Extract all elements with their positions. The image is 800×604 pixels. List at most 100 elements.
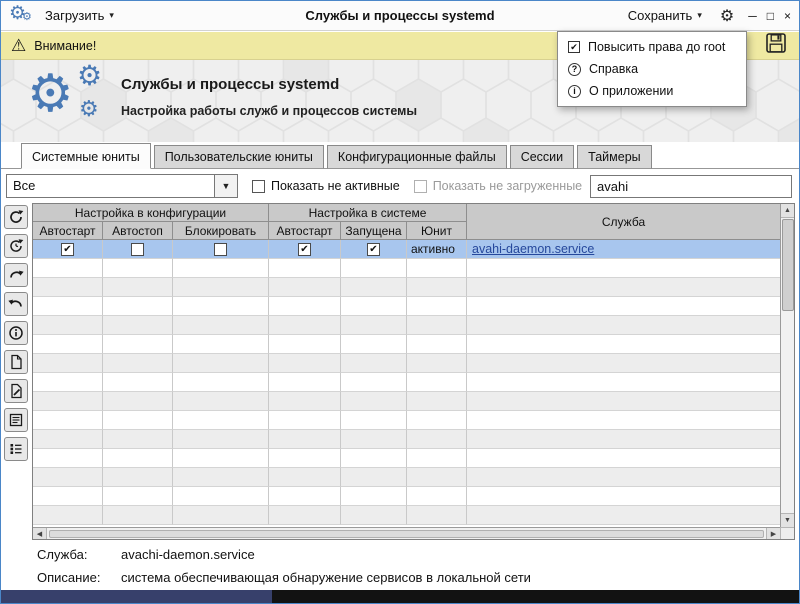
menu-item-help[interactable]: ? Справка: [558, 58, 746, 80]
horizontal-scrollbar[interactable]: ◀ ▶: [33, 527, 780, 539]
scroll-down-icon[interactable]: ▼: [781, 513, 794, 527]
show-unloaded-label: Показать не загруженные: [433, 179, 582, 193]
save-button-label: Сохранить: [628, 8, 693, 23]
refresh-button[interactable]: [4, 205, 28, 229]
search-input[interactable]: [590, 175, 792, 198]
column-header-config-autostop: Автостоп: [103, 222, 173, 240]
close-button[interactable]: ×: [784, 9, 791, 23]
scroll-up-icon[interactable]: ▲: [781, 204, 794, 218]
warning-text: Внимание!: [34, 39, 96, 53]
edit-file-button[interactable]: [4, 379, 28, 403]
table-row[interactable]: [33, 411, 780, 430]
show-inactive-label: Показать не активные: [271, 179, 400, 193]
menu-item-label: О приложении: [589, 84, 673, 98]
tab-bar: Системные юниты Пользовательские юниты К…: [1, 143, 799, 169]
app-logo-gears: ⚙ ⚙ ⚙: [27, 66, 117, 136]
group-header-config: Настройка в конфигурации: [33, 204, 269, 222]
table-row[interactable]: [33, 354, 780, 373]
service-link[interactable]: avahi-daemon.service: [472, 242, 594, 256]
dependencies-icon: [8, 441, 24, 457]
config-autostop-checkbox[interactable]: [131, 243, 144, 256]
table-row[interactable]: [33, 335, 780, 354]
load-button-label: Загрузить: [45, 8, 104, 23]
tab-system-units[interactable]: Системные юниты: [21, 143, 151, 169]
unit-file-button[interactable]: [4, 350, 28, 374]
settings-gear-icon[interactable]: ⚙: [720, 6, 734, 26]
show-unloaded-checkbox-group: Показать не загруженные: [414, 179, 582, 193]
column-header-system-running: Запущена: [341, 222, 407, 240]
journal-button[interactable]: [4, 408, 28, 432]
tab-timers[interactable]: Таймеры: [577, 145, 652, 169]
dependencies-button[interactable]: [4, 437, 28, 461]
unit-filter-value: Все: [7, 175, 214, 197]
restart-icon: [8, 267, 24, 283]
scroll-right-icon[interactable]: ▶: [766, 528, 780, 539]
menu-item-elevate-root[interactable]: ✔ Повысить права до root: [558, 36, 746, 58]
maximize-button[interactable]: □: [767, 9, 774, 23]
column-header-config-block: Блокировать: [173, 222, 269, 240]
table-row[interactable]: [33, 373, 780, 392]
system-autostart-checkbox[interactable]: ✔: [298, 243, 311, 256]
table-row-selected[interactable]: ✔ ✔ ✔ активно avahi-daemon.service: [33, 240, 780, 259]
settings-dropdown-menu: ✔ Повысить права до root ? Справка i О п…: [557, 31, 747, 107]
floppy-disk-icon: [765, 32, 787, 54]
table-row[interactable]: [33, 392, 780, 411]
filter-row: Все ▼ Показать не активные Показать не з…: [1, 169, 799, 203]
show-inactive-checkbox[interactable]: [252, 180, 265, 193]
horizontal-scroll-thumb[interactable]: [49, 530, 764, 538]
table-row[interactable]: [33, 506, 780, 525]
page-title: Службы и процессы systemd: [121, 76, 339, 93]
checked-checkbox-icon: ✔: [568, 41, 580, 53]
info-button[interactable]: [4, 321, 28, 345]
show-inactive-checkbox-group[interactable]: Показать не активные: [252, 179, 400, 193]
about-icon: i: [568, 85, 581, 98]
description-value: система обеспечивающая обнаружение серви…: [121, 570, 531, 585]
table-row[interactable]: [33, 430, 780, 449]
menu-item-about[interactable]: i О приложении: [558, 80, 746, 102]
unit-state-cell: активно: [407, 240, 467, 259]
combo-arrow-icon: ▼: [214, 175, 237, 197]
table-row[interactable]: [33, 259, 780, 278]
service-value: avachi-daemon.service: [121, 547, 255, 562]
config-autostart-checkbox[interactable]: ✔: [61, 243, 74, 256]
warning-icon: ⚠: [11, 36, 26, 56]
chevron-down-icon: ▾: [697, 10, 702, 21]
save-file-button[interactable]: [765, 32, 787, 59]
table-row[interactable]: [33, 297, 780, 316]
tab-user-units[interactable]: Пользовательские юниты: [154, 145, 324, 169]
vertical-scroll-thumb[interactable]: [782, 219, 794, 311]
scroll-left-icon[interactable]: ◀: [33, 528, 47, 539]
chevron-down-icon: ▾: [109, 10, 114, 21]
help-icon: ?: [568, 63, 581, 76]
reload-daemon-icon: [8, 238, 24, 254]
load-button[interactable]: Загрузить ▾: [41, 5, 118, 26]
table-row[interactable]: [33, 278, 780, 297]
column-header-service: Служба: [467, 204, 780, 240]
undo-button[interactable]: [4, 292, 28, 316]
edit-file-icon: [8, 383, 24, 399]
system-running-checkbox[interactable]: ✔: [367, 243, 380, 256]
show-unloaded-checkbox: [414, 180, 427, 193]
tab-config-files[interactable]: Конфигурационные файлы: [327, 145, 507, 169]
save-button[interactable]: Сохранить ▾: [624, 5, 706, 26]
menu-item-label: Повысить права до root: [588, 40, 725, 54]
undo-icon: [8, 296, 24, 312]
reload-daemon-button[interactable]: [4, 234, 28, 258]
minimize-button[interactable]: ─: [748, 9, 757, 23]
table-row[interactable]: [33, 487, 780, 506]
column-header-unit: Юнит: [407, 222, 467, 240]
config-block-checkbox[interactable]: [214, 243, 227, 256]
tab-sessions[interactable]: Сессии: [510, 145, 574, 169]
progress-bar: [1, 590, 799, 603]
unit-file-icon: [8, 354, 24, 370]
unit-filter-select[interactable]: Все ▼: [6, 174, 238, 198]
info-icon: [8, 325, 24, 341]
app-window: ⚙ ⚙ Загрузить ▾ Службы и процессы system…: [0, 0, 800, 604]
table-row[interactable]: [33, 316, 780, 335]
table-row[interactable]: [33, 449, 780, 468]
journal-icon: [8, 412, 24, 428]
table-row[interactable]: [33, 468, 780, 487]
restart-button[interactable]: [4, 263, 28, 287]
vertical-scrollbar[interactable]: ▲ ▼: [780, 204, 794, 527]
column-header-system-autostart: Автостарт: [269, 222, 341, 240]
